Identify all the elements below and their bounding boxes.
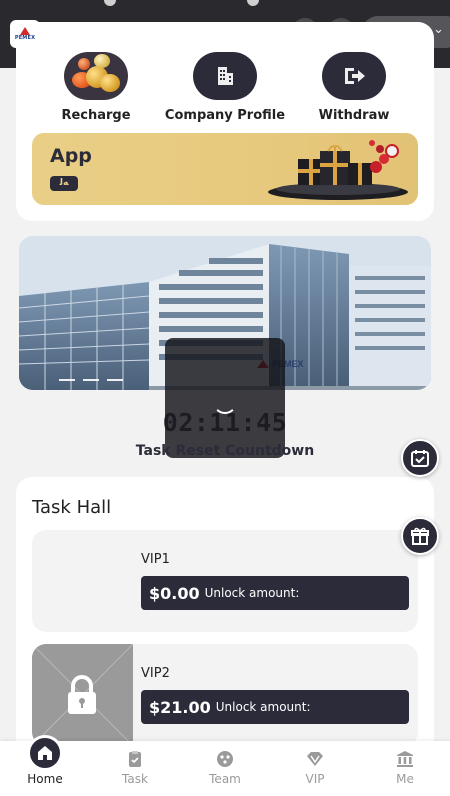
checkin-calendar-button[interactable] (401, 439, 439, 477)
nav-label: Task (122, 772, 148, 786)
diamond-icon (307, 752, 323, 766)
countdown-timer: 02:11:45 (162, 408, 288, 437)
chevron-down-icon[interactable]: ⌄ (433, 22, 444, 37)
withdraw-button[interactable]: Withdraw (284, 52, 424, 123)
gift-icon (411, 527, 429, 545)
withdraw-label: Withdraw (318, 108, 390, 123)
quick-actions-card: Recharge Company Profile Withdraw App ﻪﻟ (16, 22, 434, 221)
loading-overlay (165, 338, 285, 458)
vip-thumbnail-locked (32, 644, 134, 746)
unlock-amount-value: $21.00 (149, 697, 211, 717)
withdraw-icon (322, 52, 386, 100)
vip-card[interactable]: VIP1 $0.00 Unlock amount: (32, 530, 418, 632)
bottom-navigation: Home Task Team VIP Me (0, 735, 450, 796)
header-dot (247, 0, 259, 6)
team-icon (217, 751, 233, 767)
bank-icon (397, 751, 413, 767)
clipboard-icon (129, 751, 141, 767)
nav-home[interactable]: Home (0, 735, 90, 796)
task-hall-title: Task Hall (32, 497, 112, 518)
unlock-amount-bar: $21.00 Unlock amount: (141, 690, 409, 724)
task-hall-section: Task Hall VIP1 $0.00 Unlock amount: VIP2 (16, 477, 434, 777)
recharge-button[interactable]: Recharge (26, 52, 166, 123)
unlock-amount-label: Unlock amount: (204, 586, 300, 600)
nav-vip[interactable]: VIP (270, 741, 360, 796)
recharge-label: Recharge (61, 108, 131, 123)
lock-icon (68, 675, 96, 714)
unlock-amount-value: $0.00 (149, 583, 200, 603)
brand-logo: PEMEX (10, 20, 40, 48)
vip-thumbnail (32, 530, 133, 632)
nav-label: Team (209, 772, 241, 786)
nav-task[interactable]: Task (90, 741, 180, 796)
vip-level-name: VIP1 (141, 552, 170, 567)
vip-card[interactable]: VIP2 $21.00 Unlock amount: (32, 644, 418, 746)
nav-label: Me (396, 772, 414, 786)
nav-team[interactable]: Team (180, 741, 270, 796)
app-download-banner[interactable]: App ﻪﻟ (32, 133, 418, 205)
header-dot (104, 0, 116, 6)
company-profile-button[interactable]: Company Profile (155, 52, 295, 123)
app-banner-title: App (50, 145, 92, 167)
home-icon (27, 735, 63, 771)
company-profile-label: Company Profile (164, 108, 286, 123)
unlock-amount-label: Unlock amount: (215, 700, 311, 714)
countdown-label: Task Reset Countdown (135, 443, 315, 459)
nav-label: VIP (305, 772, 325, 786)
building-icon (193, 52, 257, 100)
nav-me[interactable]: Me (360, 741, 450, 796)
vip-level-name: VIP2 (141, 666, 170, 681)
gift-boxes-illustration (268, 140, 408, 200)
calendar-check-icon (411, 450, 429, 467)
gift-button[interactable] (401, 517, 439, 555)
nav-label: Home (27, 772, 63, 786)
app-banner-chip: ﻪﻟ (50, 176, 78, 191)
unlock-amount-bar: $0.00 Unlock amount: (141, 576, 409, 610)
coins-icon (64, 52, 128, 100)
